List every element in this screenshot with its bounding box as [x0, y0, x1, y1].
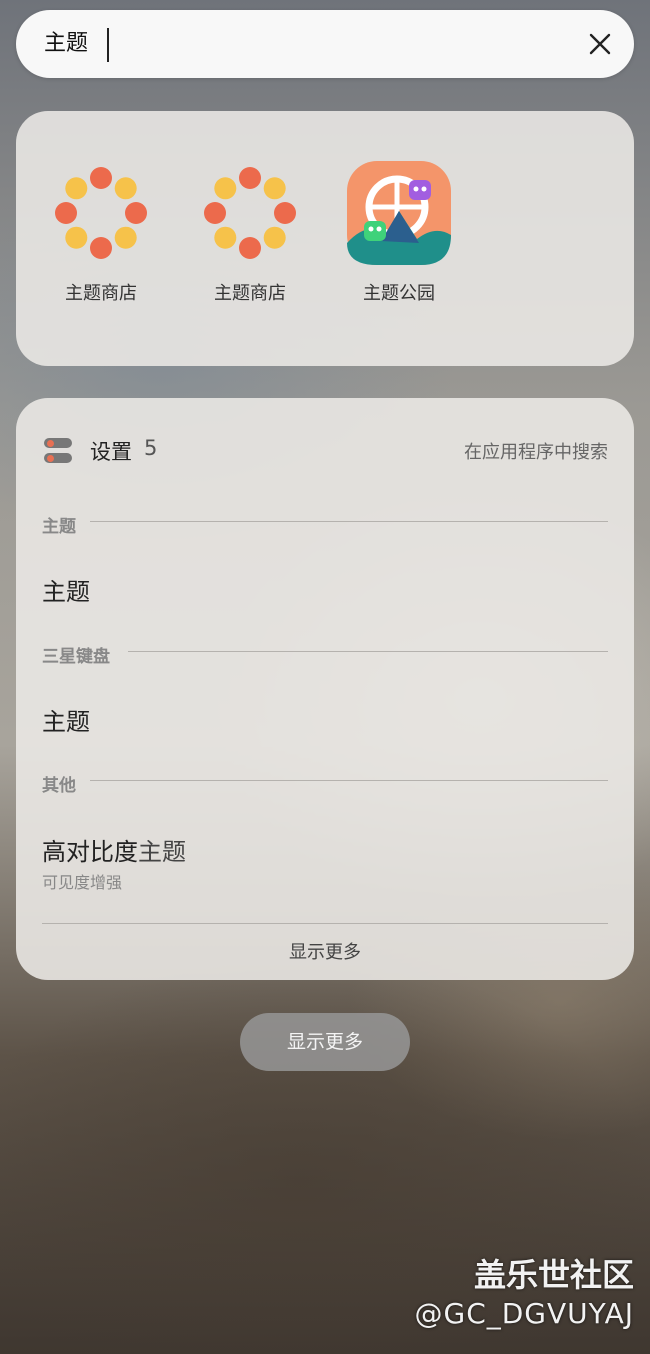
result-title-prefix: 高对比度 [42, 838, 138, 866]
result-item[interactable]: 主题 [42, 572, 90, 607]
app-theme-store[interactable]: 主题商店 [26, 161, 176, 305]
divider [42, 923, 608, 924]
settings-results-card: 设置 5 在应用程序中搜索 主题 主题 三星键盘 主题 其他 高对比度主题 可见… [16, 398, 634, 980]
result-subtitle: 可见度增强 [42, 873, 123, 892]
close-icon[interactable] [586, 30, 614, 58]
result-title-match: 主题 [138, 838, 186, 866]
settings-show-more-link[interactable]: 显示更多 [16, 938, 634, 964]
text-caret [107, 28, 109, 62]
divider [128, 651, 608, 652]
app-label: 主题商店 [65, 283, 137, 304]
search-input[interactable]: 主题 [44, 30, 88, 58]
watermark-handle: @GC_DGVUYAJ [414, 1297, 634, 1330]
result-count: 5 [144, 436, 158, 460]
app-theme-park[interactable]: 主题公园 [324, 161, 474, 305]
section-header: 三星键盘 [42, 647, 110, 667]
theme-store-flower-icon [198, 161, 302, 265]
section-header: 主题 [42, 517, 76, 537]
result-item[interactable]: 高对比度主题 [42, 832, 186, 867]
app-label: 主题公园 [363, 283, 435, 304]
app-label: 主题商店 [214, 283, 286, 304]
app-theme-store[interactable]: 主题商店 [175, 161, 325, 305]
divider [90, 780, 608, 781]
search-in-app-link[interactable]: 在应用程序中搜索 [464, 438, 608, 464]
theme-park-icon [347, 161, 451, 265]
settings-title: 设置 [90, 440, 132, 464]
apps-results-card: 主题商店 主题商店 主题公园 [16, 111, 634, 366]
settings-toggle-icon [44, 438, 72, 464]
result-item[interactable]: 主题 [42, 702, 90, 737]
theme-store-flower-icon [49, 161, 153, 265]
search-bar[interactable]: 主题 [16, 10, 634, 78]
divider [90, 521, 608, 522]
watermark-title: 盖乐世社区 [473, 1256, 634, 1294]
section-header: 其他 [42, 776, 76, 796]
show-more-button[interactable]: 显示更多 [240, 1013, 410, 1071]
